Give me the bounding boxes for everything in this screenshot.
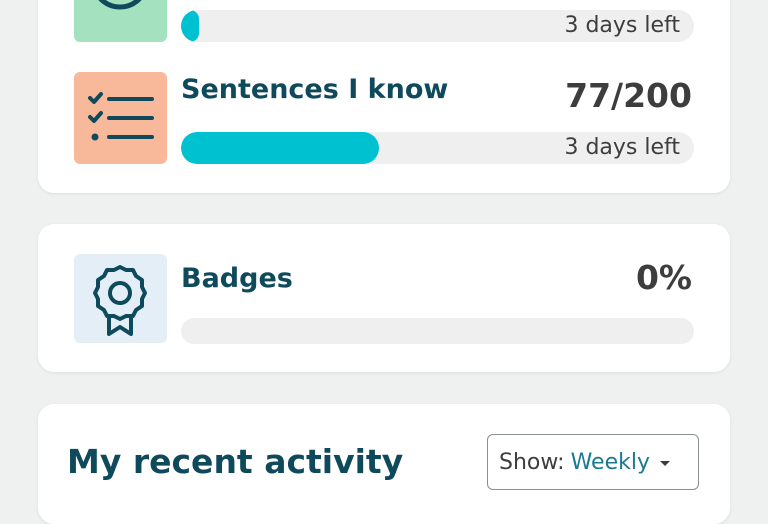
- activity-title: My recent activity: [67, 442, 404, 481]
- activity-filter-select[interactable]: Show: Weekly: [487, 434, 699, 490]
- goal-icon-box: [74, 0, 167, 42]
- goals-card: 3 days left Sentences I know 77/200 3 da…: [38, 0, 730, 193]
- badge-ribbon-icon: [93, 265, 147, 336]
- goal-days-left: 3 days left: [564, 13, 680, 38]
- badges-title: Badges: [181, 263, 293, 294]
- goal-progress-bar: 3 days left: [181, 10, 694, 42]
- badges-icon-box: [74, 254, 167, 343]
- badges-card[interactable]: Badges 0%: [38, 224, 730, 372]
- filter-value: Weekly: [570, 450, 650, 475]
- goal-progress-fill: [181, 132, 379, 164]
- goal-value: 77/200: [565, 76, 692, 115]
- activity-card: My recent activity Show: Weekly: [38, 404, 730, 524]
- clock-icon: [98, 0, 142, 10]
- chevron-down-icon: [659, 460, 670, 466]
- badges-progress-bar: [181, 318, 694, 344]
- goal-icon-box: [74, 72, 167, 164]
- checklist-icon: [88, 92, 154, 141]
- goal-title: Sentences I know: [181, 74, 449, 105]
- goal-progress-fill: [181, 10, 200, 42]
- goal-days-left: 3 days left: [564, 135, 680, 160]
- badges-value: 0%: [635, 258, 692, 297]
- filter-label: Show:: [499, 450, 565, 475]
- goal-progress-bar: 3 days left: [181, 132, 694, 164]
